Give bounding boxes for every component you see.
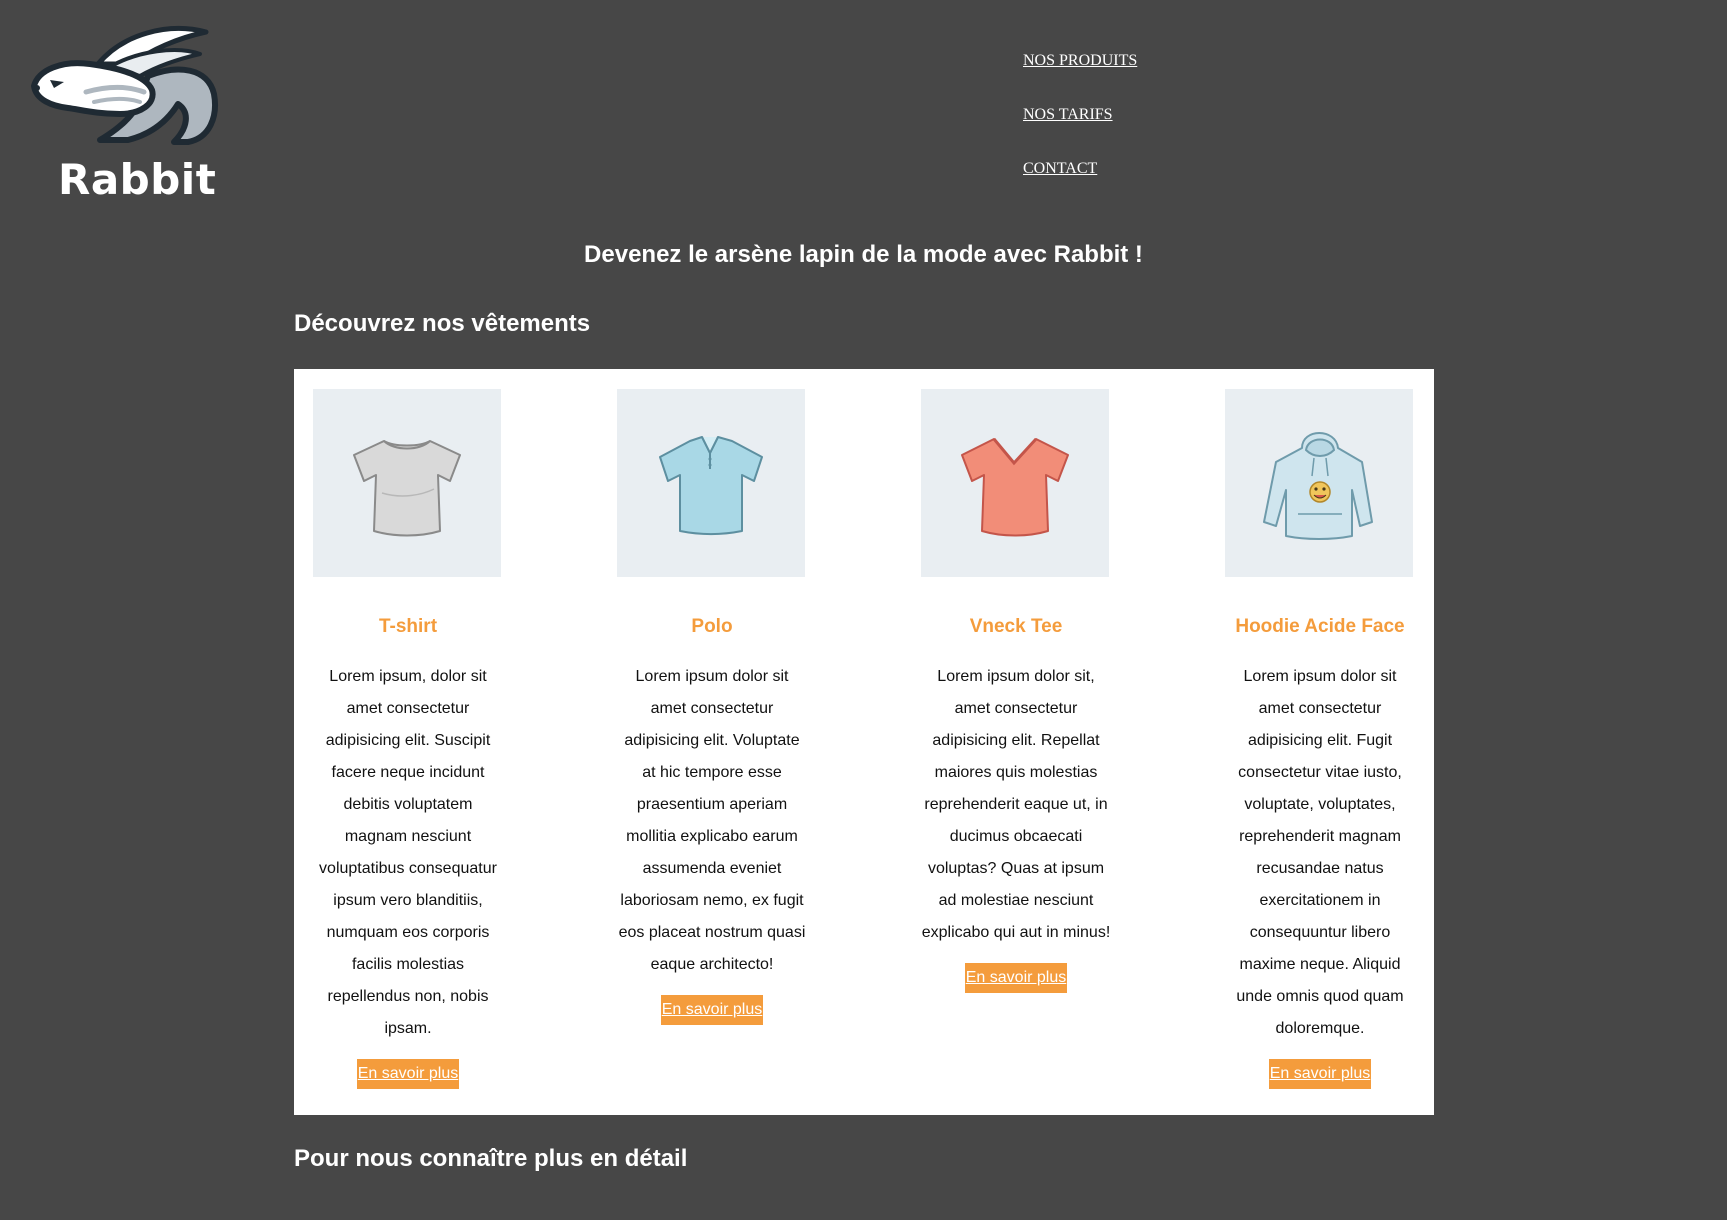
nav-link-produits[interactable]: NOS PRODUITS <box>1023 52 1137 69</box>
about-section-title: Pour nous connaître plus en détail <box>294 1145 688 1172</box>
product-description: Lorem ipsum, dolor sit amet consectetur … <box>319 668 497 1037</box>
tshirt-grey-icon <box>353 440 461 537</box>
brand-logo[interactable]: Rabbit <box>28 24 234 208</box>
main-nav: NOS PRODUITS NOS TARIFS CONTACT <box>1023 52 1137 214</box>
hero-tagline: Devenez le arsène lapin de la mode avec … <box>584 241 1143 268</box>
product-image-tshirt <box>313 389 501 577</box>
polo-blue-icon <box>659 436 763 535</box>
product-image-vneck <box>921 389 1109 577</box>
product-card-vneck: Vneck Tee Lorem ipsum dolor sit, amet co… <box>921 389 1111 993</box>
rabbit-icon <box>31 26 218 145</box>
nav-link-tarifs[interactable]: NOS TARIFS <box>1023 106 1113 123</box>
product-name: Polo <box>691 616 733 637</box>
product-name: Vneck Tee <box>969 616 1063 637</box>
product-description: Lorem ipsum dolor sit amet consectetur a… <box>1236 668 1404 1037</box>
more-button[interactable]: En savoir plus <box>356 1059 460 1089</box>
nav-item-produits: NOS PRODUITS <box>1023 52 1137 106</box>
products-section-title: Découvrez nos vêtements <box>294 310 591 337</box>
product-card-tshirt: T-shirt Lorem ipsum, dolor sit amet cons… <box>313 389 503 1089</box>
product-card-polo: Polo Lorem ipsum dolor sit amet consecte… <box>617 389 807 1025</box>
product-name: T-shirt <box>378 616 438 637</box>
more-button[interactable]: En savoir plus <box>660 995 764 1025</box>
vneck-coral-icon <box>961 437 1069 537</box>
products-panel: T-shirt Lorem ipsum, dolor sit amet cons… <box>294 369 1434 1115</box>
product-description: Lorem ipsum dolor sit amet consectetur a… <box>618 668 806 973</box>
nav-item-contact: CONTACT <box>1023 160 1137 214</box>
brand-wordmark: Rabbit <box>58 155 217 204</box>
product-name: Hoodie Acide Face <box>1235 616 1405 637</box>
more-button[interactable]: En savoir plus <box>964 963 1068 993</box>
product-image-hoodie <box>1225 389 1413 577</box>
product-description: Lorem ipsum dolor sit, amet consectetur … <box>921 668 1111 941</box>
nav-link-contact[interactable]: CONTACT <box>1023 160 1097 177</box>
product-image-polo <box>617 389 805 577</box>
nav-item-tarifs: NOS TARIFS <box>1023 106 1137 160</box>
product-card-hoodie: Hoodie Acide Face Lorem ipsum dolor sit … <box>1225 389 1415 1089</box>
more-button[interactable]: En savoir plus <box>1268 1059 1372 1089</box>
hoodie-lightblue-icon <box>1263 432 1373 540</box>
